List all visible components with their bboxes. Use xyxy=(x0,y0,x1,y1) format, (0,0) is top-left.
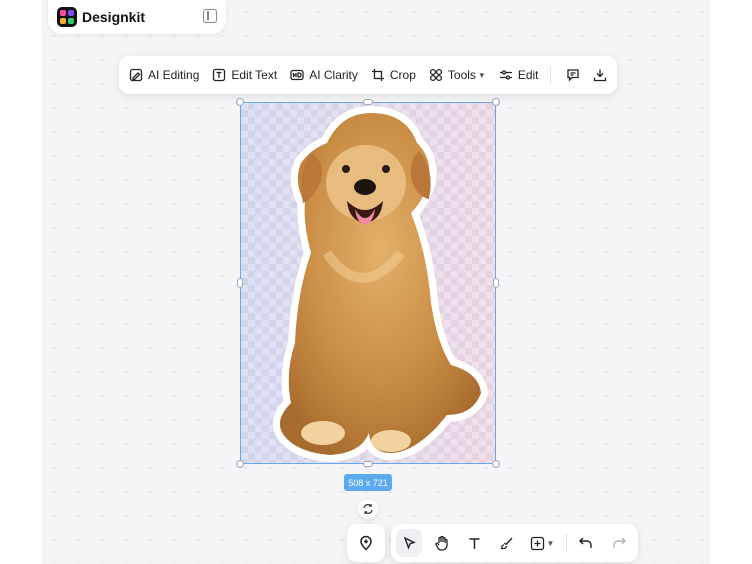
crop-icon xyxy=(371,69,384,81)
resize-handle-n[interactable] xyxy=(363,99,373,105)
text-tool-button[interactable] xyxy=(461,529,487,557)
download-icon xyxy=(593,69,607,82)
golden-retriever-sticker xyxy=(273,106,488,462)
redo-button[interactable] xyxy=(606,529,632,557)
resize-handle-sw[interactable] xyxy=(236,460,244,468)
add-element-dropdown[interactable]: ▼ xyxy=(526,529,558,557)
resize-handle-w[interactable] xyxy=(237,278,243,288)
hand-icon xyxy=(435,535,448,551)
sidebar-collapse-icon[interactable] xyxy=(203,9,217,23)
rotate-icon xyxy=(363,504,373,514)
toolbar-divider xyxy=(566,534,568,552)
toolbar-divider xyxy=(549,66,551,84)
brush-icon xyxy=(500,537,513,549)
chevron-down-icon: ▼ xyxy=(546,538,555,548)
resize-handle-e[interactable] xyxy=(493,278,499,288)
ai-editing-label: AI Editing xyxy=(148,68,200,82)
resize-handle-s[interactable] xyxy=(363,461,373,467)
tools-grid-icon xyxy=(429,68,442,82)
undo-button[interactable] xyxy=(573,529,599,557)
cursor-arrow-icon xyxy=(403,536,416,550)
crop-label: Crop xyxy=(389,68,416,82)
comment-icon xyxy=(566,69,579,82)
brand-name: Designkit xyxy=(82,9,146,25)
hd-icon xyxy=(290,69,304,81)
brush-tool-button[interactable] xyxy=(493,529,519,557)
tools-label: Tools xyxy=(447,68,476,82)
edit-text-button[interactable]: Edit Text xyxy=(212,62,277,88)
hand-tool-button[interactable] xyxy=(428,529,454,557)
resize-handle-se[interactable] xyxy=(492,460,500,468)
resize-handle-nw[interactable] xyxy=(236,98,244,106)
undo-icon xyxy=(579,537,592,548)
crop-button[interactable]: Crop xyxy=(371,62,416,88)
select-tool-button[interactable] xyxy=(396,529,423,557)
resize-handle-ne[interactable] xyxy=(492,98,500,106)
add-point-icon xyxy=(360,535,372,551)
image-size-badge: 508 x 721 xyxy=(344,474,392,491)
rotate-button[interactable] xyxy=(358,499,378,519)
ai-clarity-label: AI Clarity xyxy=(309,68,358,82)
designkit-logo xyxy=(57,7,77,27)
image-toolbar: AI Editing Edit Text AI Clarity Crop Too… xyxy=(119,56,617,94)
chevron-down-icon: ▼ xyxy=(477,70,486,80)
download-button[interactable] xyxy=(590,64,610,86)
edit-button[interactable]: Edit xyxy=(499,62,539,88)
canvas-toolbar: ▼ xyxy=(391,524,638,562)
tools-dropdown[interactable]: Tools ▼ xyxy=(429,62,486,88)
ai-editing-button[interactable]: AI Editing xyxy=(129,62,199,88)
text-tool-icon xyxy=(469,537,480,549)
ai-clarity-button[interactable]: AI Clarity xyxy=(290,62,358,88)
redo-icon xyxy=(613,537,626,548)
edit-text-label: Edit Text xyxy=(231,68,278,82)
ai-edit-icon xyxy=(129,68,143,82)
text-box-icon xyxy=(213,68,226,82)
edit-label: Edit xyxy=(517,68,539,82)
selected-image[interactable] xyxy=(240,102,496,464)
comment-button[interactable] xyxy=(562,64,582,86)
add-point-button[interactable] xyxy=(347,524,385,562)
add-box-icon xyxy=(530,536,544,550)
brand-panel: Designkit xyxy=(48,0,226,34)
sliders-icon xyxy=(499,70,512,80)
